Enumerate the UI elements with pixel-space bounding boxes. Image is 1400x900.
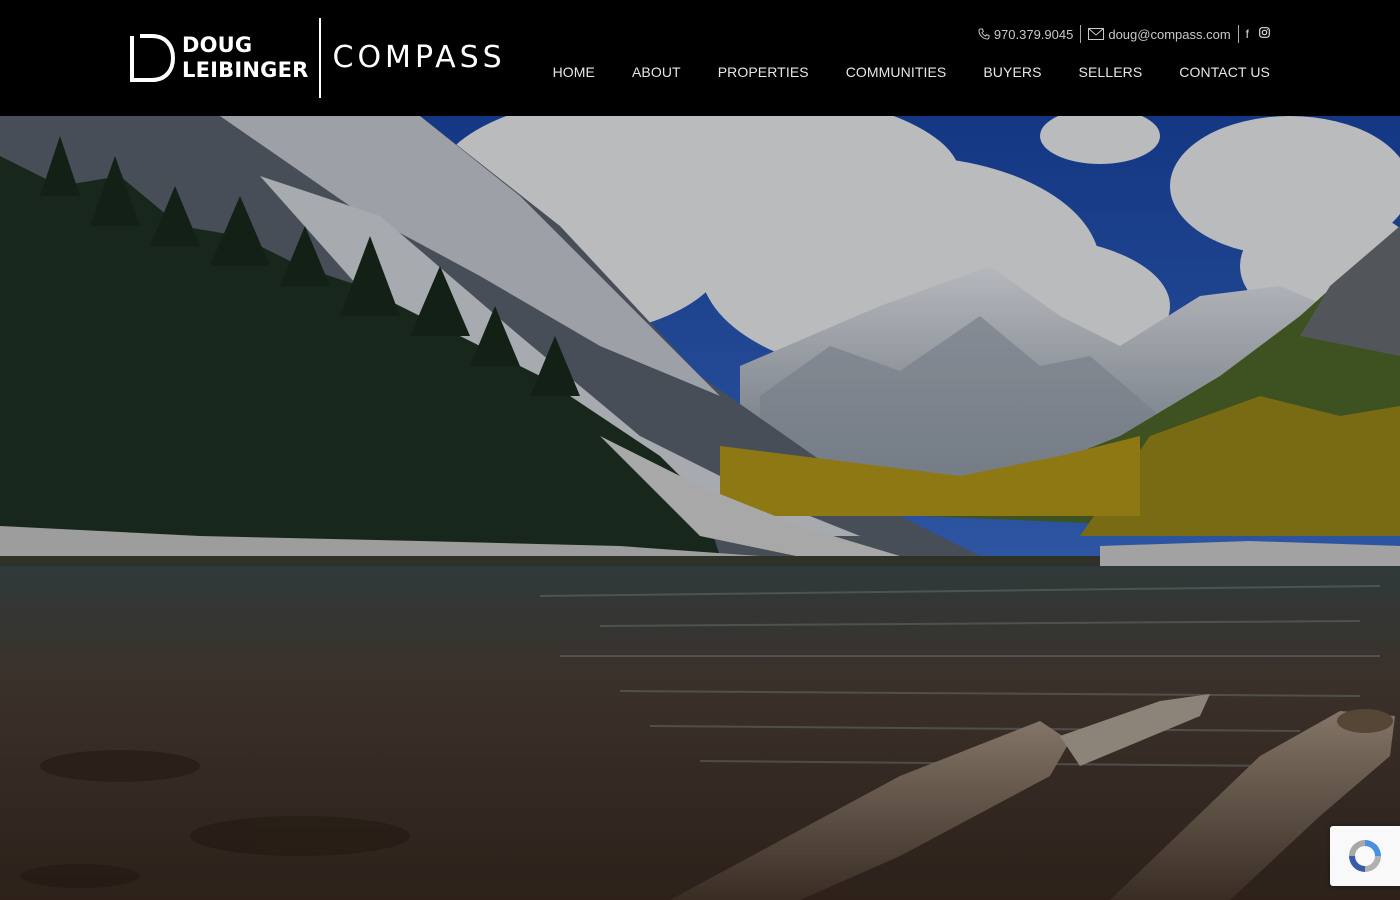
agent-name: DOUG LEIBINGER — [182, 33, 309, 83]
envelope-icon — [1088, 28, 1105, 40]
hero-banner — [0, 116, 1400, 900]
email-address: doug@compass.com — [1108, 26, 1231, 42]
main-nav: HOME ABOUT PROPERTIES COMMUNITIES BUYERS… — [516, 64, 1270, 80]
recaptcha-badge[interactable] — [1330, 826, 1400, 886]
agent-name-line1: DOUG — [182, 33, 253, 57]
nav-home[interactable]: HOME — [553, 64, 595, 80]
mountain-lake-image — [0, 116, 1400, 900]
nav-contact-us[interactable]: CONTACT US — [1179, 64, 1270, 80]
site-header: DOUG LEIBINGER COMPASS 970.379.9045 doug… — [0, 0, 1400, 116]
nav-properties[interactable]: PROPERTIES — [718, 64, 809, 80]
phone-number: 970.379.9045 — [993, 26, 1074, 42]
dl-monogram-icon — [130, 34, 176, 82]
nav-buyers[interactable]: BUYERS — [983, 64, 1041, 80]
agent-name-line2: LEIBINGER — [182, 58, 309, 82]
logo-divider — [318, 18, 321, 98]
topbar-separator — [1237, 25, 1239, 43]
compass-wordmark: COMPASS — [332, 40, 506, 75]
phone-link[interactable]: 970.379.9045 — [978, 26, 1074, 42]
nav-about[interactable]: ABOUT — [632, 64, 681, 80]
recaptcha-icon — [1349, 840, 1381, 872]
site-logo[interactable]: DOUG LEIBINGER COMPASS — [128, 18, 506, 98]
nav-sellers[interactable]: SELLERS — [1079, 64, 1143, 80]
email-link[interactable]: doug@compass.com — [1088, 26, 1231, 42]
contact-bar: 970.379.9045 doug@compass.com f — [978, 24, 1270, 44]
topbar-separator — [1080, 25, 1082, 43]
phone-icon — [978, 28, 990, 40]
facebook-icon[interactable]: f — [1246, 27, 1249, 41]
instagram-icon[interactable] — [1259, 27, 1270, 41]
nav-communities[interactable]: COMMUNITIES — [846, 64, 947, 80]
